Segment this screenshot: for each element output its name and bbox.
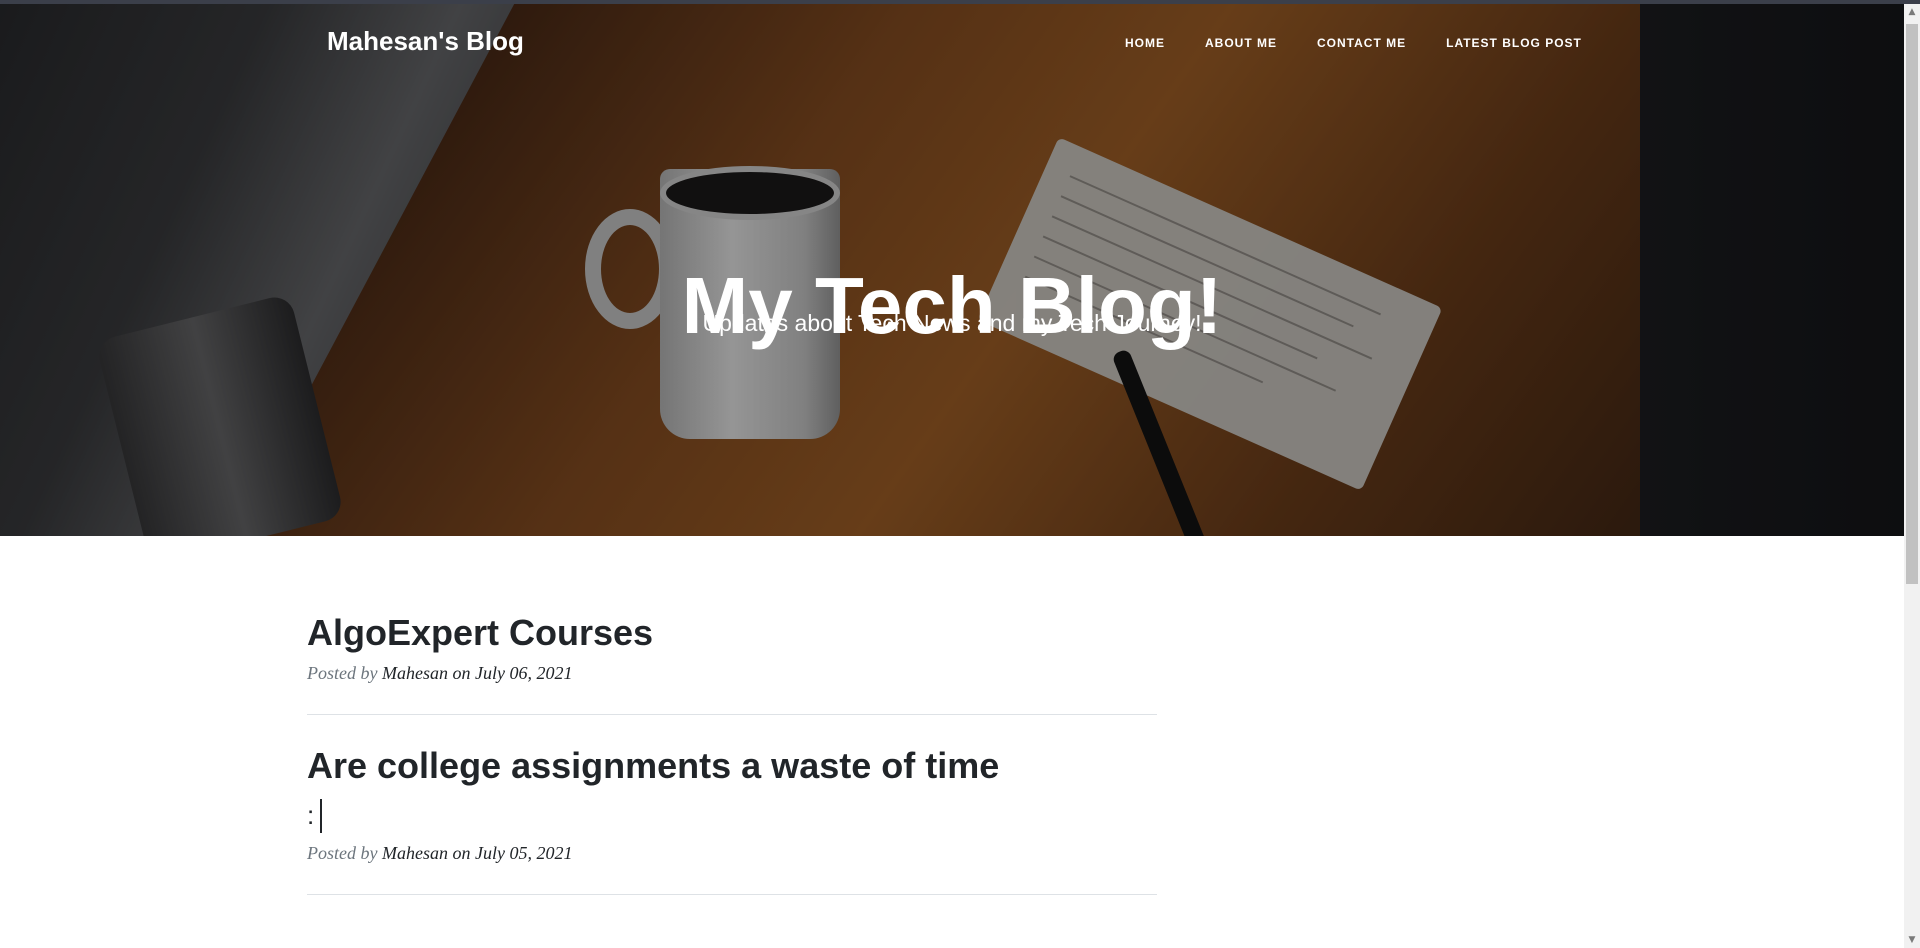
post-title: AlgoExpert Courses [307, 612, 654, 653]
post-title: Are college assignments a waste of time [307, 745, 1000, 787]
scrollbar-thumb[interactable] [1906, 24, 1918, 584]
post-date: on July 05, 2021 [452, 842, 573, 863]
nav-latest-blog-post[interactable]: LATEST BLOG POST [1446, 36, 1582, 50]
post-subtitle: : [307, 800, 315, 831]
posted-by-label: Posted by [307, 663, 378, 684]
post-link[interactable]: Are college assignments a waste of time [307, 745, 1157, 786]
post-divider [307, 714, 1157, 716]
post-divider [307, 893, 1157, 895]
posted-by-label: Posted by [307, 842, 378, 863]
post-author-link[interactable]: Mahesan [382, 663, 448, 683]
page-scrollbar[interactable]: ▲ ▼ [1904, 4, 1920, 948]
post-link[interactable]: AlgoExpert Courses [307, 612, 1157, 653]
hero-header: Mahesan's Blog HOME ABOUT ME CONTACT ME … [0, 4, 1904, 536]
post-preview: Are college assignments a waste of time … [307, 745, 1157, 895]
post-meta: Posted by Mahesan on July 06, 2021 [307, 663, 1157, 684]
nav-contact-me[interactable]: CONTACT ME [1317, 36, 1406, 50]
nav-about-me[interactable]: ABOUT ME [1205, 36, 1277, 50]
nav-home[interactable]: HOME [1125, 36, 1165, 50]
main-nav: HOME ABOUT ME CONTACT ME LATEST BLOG POS… [1125, 36, 1582, 50]
page-subtitle: Updates about Tech News and my Tech Jour… [702, 310, 1202, 336]
post-subtitle-row: : [307, 798, 1157, 833]
text-cursor [320, 798, 323, 833]
arrow-down-icon[interactable]: ▼ [1904, 932, 1920, 948]
post-list: AlgoExpert Courses Posted by Mahesan on … [307, 612, 1157, 925]
brand-link[interactable]: Mahesan's Blog [327, 26, 524, 57]
post-meta: Posted by Mahesan on July 05, 2021 [307, 843, 1157, 864]
post-preview: AlgoExpert Courses Posted by Mahesan on … [307, 612, 1157, 716]
arrow-up-icon[interactable]: ▲ [1904, 4, 1920, 20]
post-date: on July 06, 2021 [452, 663, 573, 684]
post-author-link[interactable]: Mahesan [382, 843, 448, 863]
